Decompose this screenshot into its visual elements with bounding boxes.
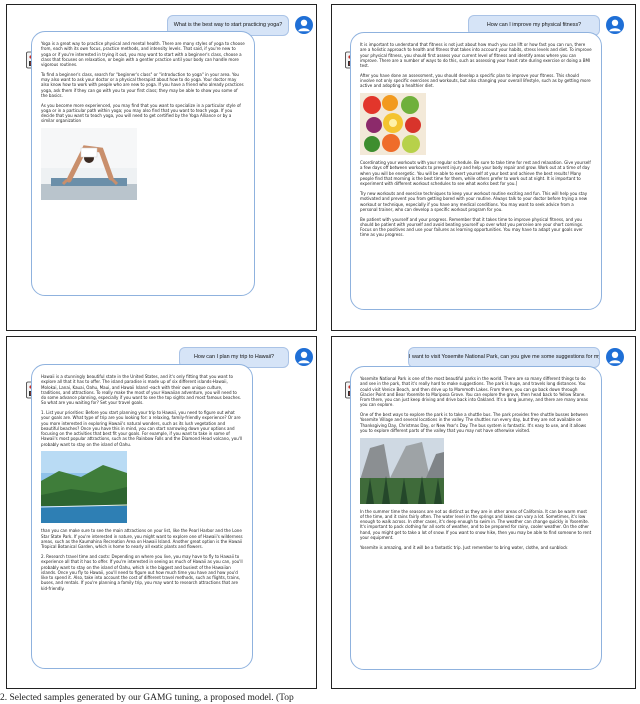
answer-paragraph: Hawaii is a stunningly beautiful state i… bbox=[41, 374, 242, 406]
user-question-bubble: I want to visit Yosemite National Park, … bbox=[408, 347, 600, 368]
answer-paragraph: 2. Research travel time and costs: Depen… bbox=[41, 554, 243, 591]
assistant-answer-bubble: Hawaii is a stunningly beautiful state i… bbox=[31, 364, 253, 669]
user-avatar-icon bbox=[606, 348, 624, 366]
sample-panel-hawaii: How can I plan my trip to Hawaii? Hawaii… bbox=[6, 336, 317, 689]
sample-panel-yoga: What is the best way to start practicing… bbox=[6, 4, 317, 331]
assistant-answer-bubble: Yosemite National Park is one of the mos… bbox=[350, 366, 602, 670]
answer-paragraph: One of the best ways to explore the park… bbox=[360, 412, 589, 433]
answer-paragraph: Yosemite National Park is one of the mos… bbox=[360, 376, 588, 408]
fruits-and-vegetables-photo bbox=[360, 93, 426, 156]
answer-paragraph: 1. List your priorities: Before you star… bbox=[41, 410, 243, 447]
answer-paragraph: Try new workouts and exercise techniques… bbox=[360, 191, 588, 212]
assistant-answer-bubble: Yoga is a great way to practice physical… bbox=[31, 31, 255, 296]
yosemite-valley-photo bbox=[360, 437, 444, 504]
figure-caption: 2. Selected samples generated by our GAM… bbox=[0, 693, 294, 703]
user-avatar-icon bbox=[295, 16, 313, 34]
answer-paragraph: than you can make sure to see the main a… bbox=[41, 528, 243, 550]
yoga-pose-photo bbox=[41, 128, 137, 201]
answer-paragraph: As you become more experienced, you may … bbox=[41, 102, 241, 124]
user-avatar-icon bbox=[606, 16, 624, 34]
answer-paragraph: After you have done an assessment, you s… bbox=[360, 72, 591, 89]
answer-paragraph: Yosemite is amazing, and it will be a fa… bbox=[360, 544, 568, 550]
answer-paragraph: Be patient with yourself and your progre… bbox=[360, 216, 584, 238]
hawaii-coast-photo bbox=[41, 451, 127, 524]
assistant-answer-bubble: It is important to understand that fitne… bbox=[350, 32, 602, 310]
sample-panel-yosemite: I want to visit Yosemite National Park, … bbox=[331, 336, 636, 689]
answer-paragraph: It is important to understand that fitne… bbox=[360, 42, 592, 68]
answer-paragraph: To find a beginner's class, search for "… bbox=[41, 71, 244, 98]
answer-paragraph: Coordinating your workouts with your reg… bbox=[360, 160, 591, 187]
user-avatar-icon bbox=[295, 348, 313, 366]
sample-panel-fitness: How can I improve my physical fitness? I… bbox=[331, 4, 636, 331]
answer-paragraph: Yoga is a great way to practice physical… bbox=[41, 41, 245, 67]
answer-paragraph: In the summer time the seasons are not a… bbox=[360, 508, 592, 540]
